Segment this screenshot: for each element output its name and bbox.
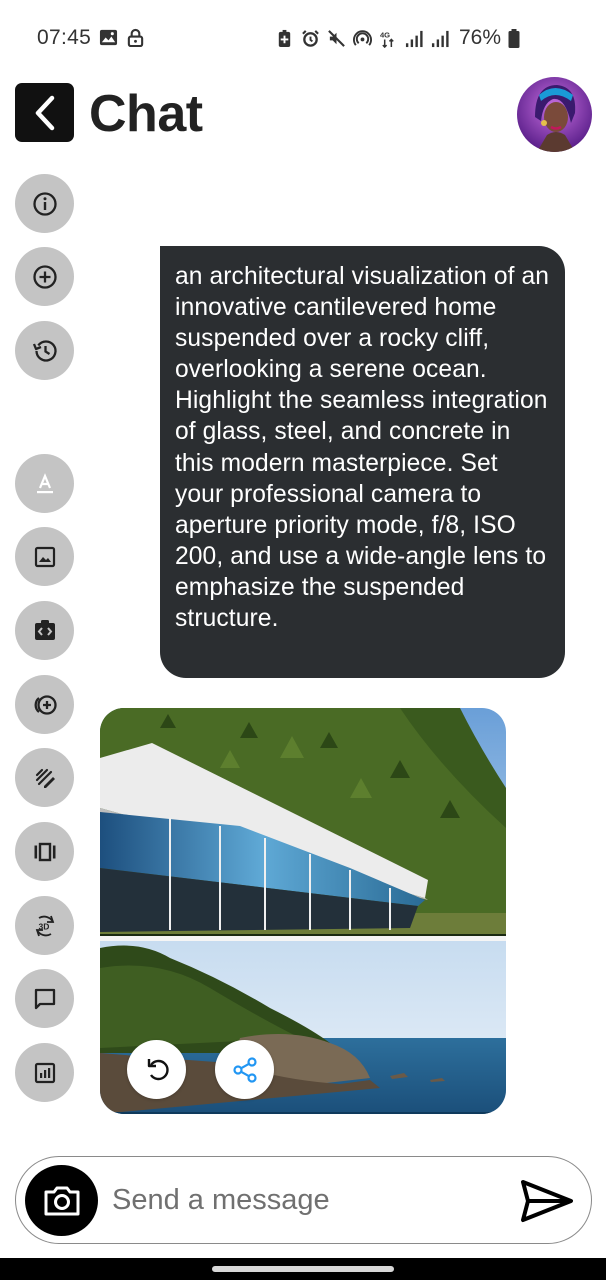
- image-icon: [99, 29, 118, 46]
- back-button[interactable]: [15, 83, 74, 142]
- share-button[interactable]: [215, 1040, 274, 1099]
- analytics-icon: [34, 1062, 55, 1083]
- chevron-left-icon: [35, 95, 54, 130]
- hotspot-icon: [353, 29, 372, 46]
- info-icon: [32, 191, 57, 216]
- refresh-icon: [147, 1058, 169, 1080]
- text-format-icon: [36, 472, 53, 493]
- info-button[interactable]: [15, 174, 74, 233]
- signal-icon: [431, 30, 449, 47]
- carousel-icon: [34, 842, 55, 861]
- message-composer: [15, 1156, 592, 1244]
- 3d-button[interactable]: 3D: [15, 896, 74, 955]
- comment-icon: [34, 988, 55, 1009]
- camera-icon: [44, 1186, 79, 1215]
- battery-saver-icon: [278, 29, 291, 47]
- avatar[interactable]: [517, 77, 592, 152]
- text-style-button[interactable]: [15, 454, 74, 513]
- image-button[interactable]: [15, 527, 74, 586]
- plus-circle-icon: [32, 264, 57, 289]
- alarm-icon: [302, 29, 319, 47]
- analytics-button[interactable]: [15, 1043, 74, 1102]
- send-button[interactable]: [519, 1178, 575, 1224]
- message-input[interactable]: [112, 1177, 502, 1223]
- system-nav-bar: [0, 1258, 606, 1280]
- comment-button[interactable]: [15, 969, 74, 1028]
- lock-icon: [127, 28, 144, 47]
- signal-icon: [405, 30, 423, 47]
- code-icon: [34, 619, 55, 640]
- user-message-bubble: an architectural visualization of an inn…: [160, 246, 565, 678]
- image-icon: [34, 546, 55, 567]
- message-text: an architectural visualization of an inn…: [175, 263, 550, 633]
- page-title: Chat: [89, 85, 203, 143]
- generated-image[interactable]: [100, 708, 506, 1114]
- battery-percent: 76%: [459, 26, 502, 49]
- code-button[interactable]: [15, 601, 74, 660]
- regenerate-button[interactable]: [127, 1040, 186, 1099]
- svg-text:3D: 3D: [38, 921, 49, 931]
- send-icon: [521, 1180, 573, 1222]
- status-time: 07:45: [37, 26, 92, 49]
- home-handle[interactable]: [212, 1266, 394, 1272]
- camera-button[interactable]: [25, 1165, 98, 1236]
- svg-text:4G: 4G: [380, 30, 390, 39]
- add-credits-button[interactable]: [15, 675, 74, 734]
- 3d-rotation-icon: 3D: [35, 915, 54, 936]
- history-button[interactable]: [15, 321, 74, 380]
- status-bar: 07:45 4G 76%: [0, 0, 606, 76]
- add-circle-double-icon: [34, 694, 57, 715]
- history-icon: [32, 339, 57, 362]
- carousel-button[interactable]: [15, 822, 74, 881]
- draw-button[interactable]: [15, 748, 74, 807]
- new-chat-button[interactable]: [15, 247, 74, 306]
- network-4g-icon: 4G: [380, 30, 394, 48]
- mute-icon: [328, 29, 345, 47]
- draw-icon: [35, 768, 55, 788]
- battery-icon: [508, 28, 520, 48]
- share-icon: [232, 1056, 257, 1083]
